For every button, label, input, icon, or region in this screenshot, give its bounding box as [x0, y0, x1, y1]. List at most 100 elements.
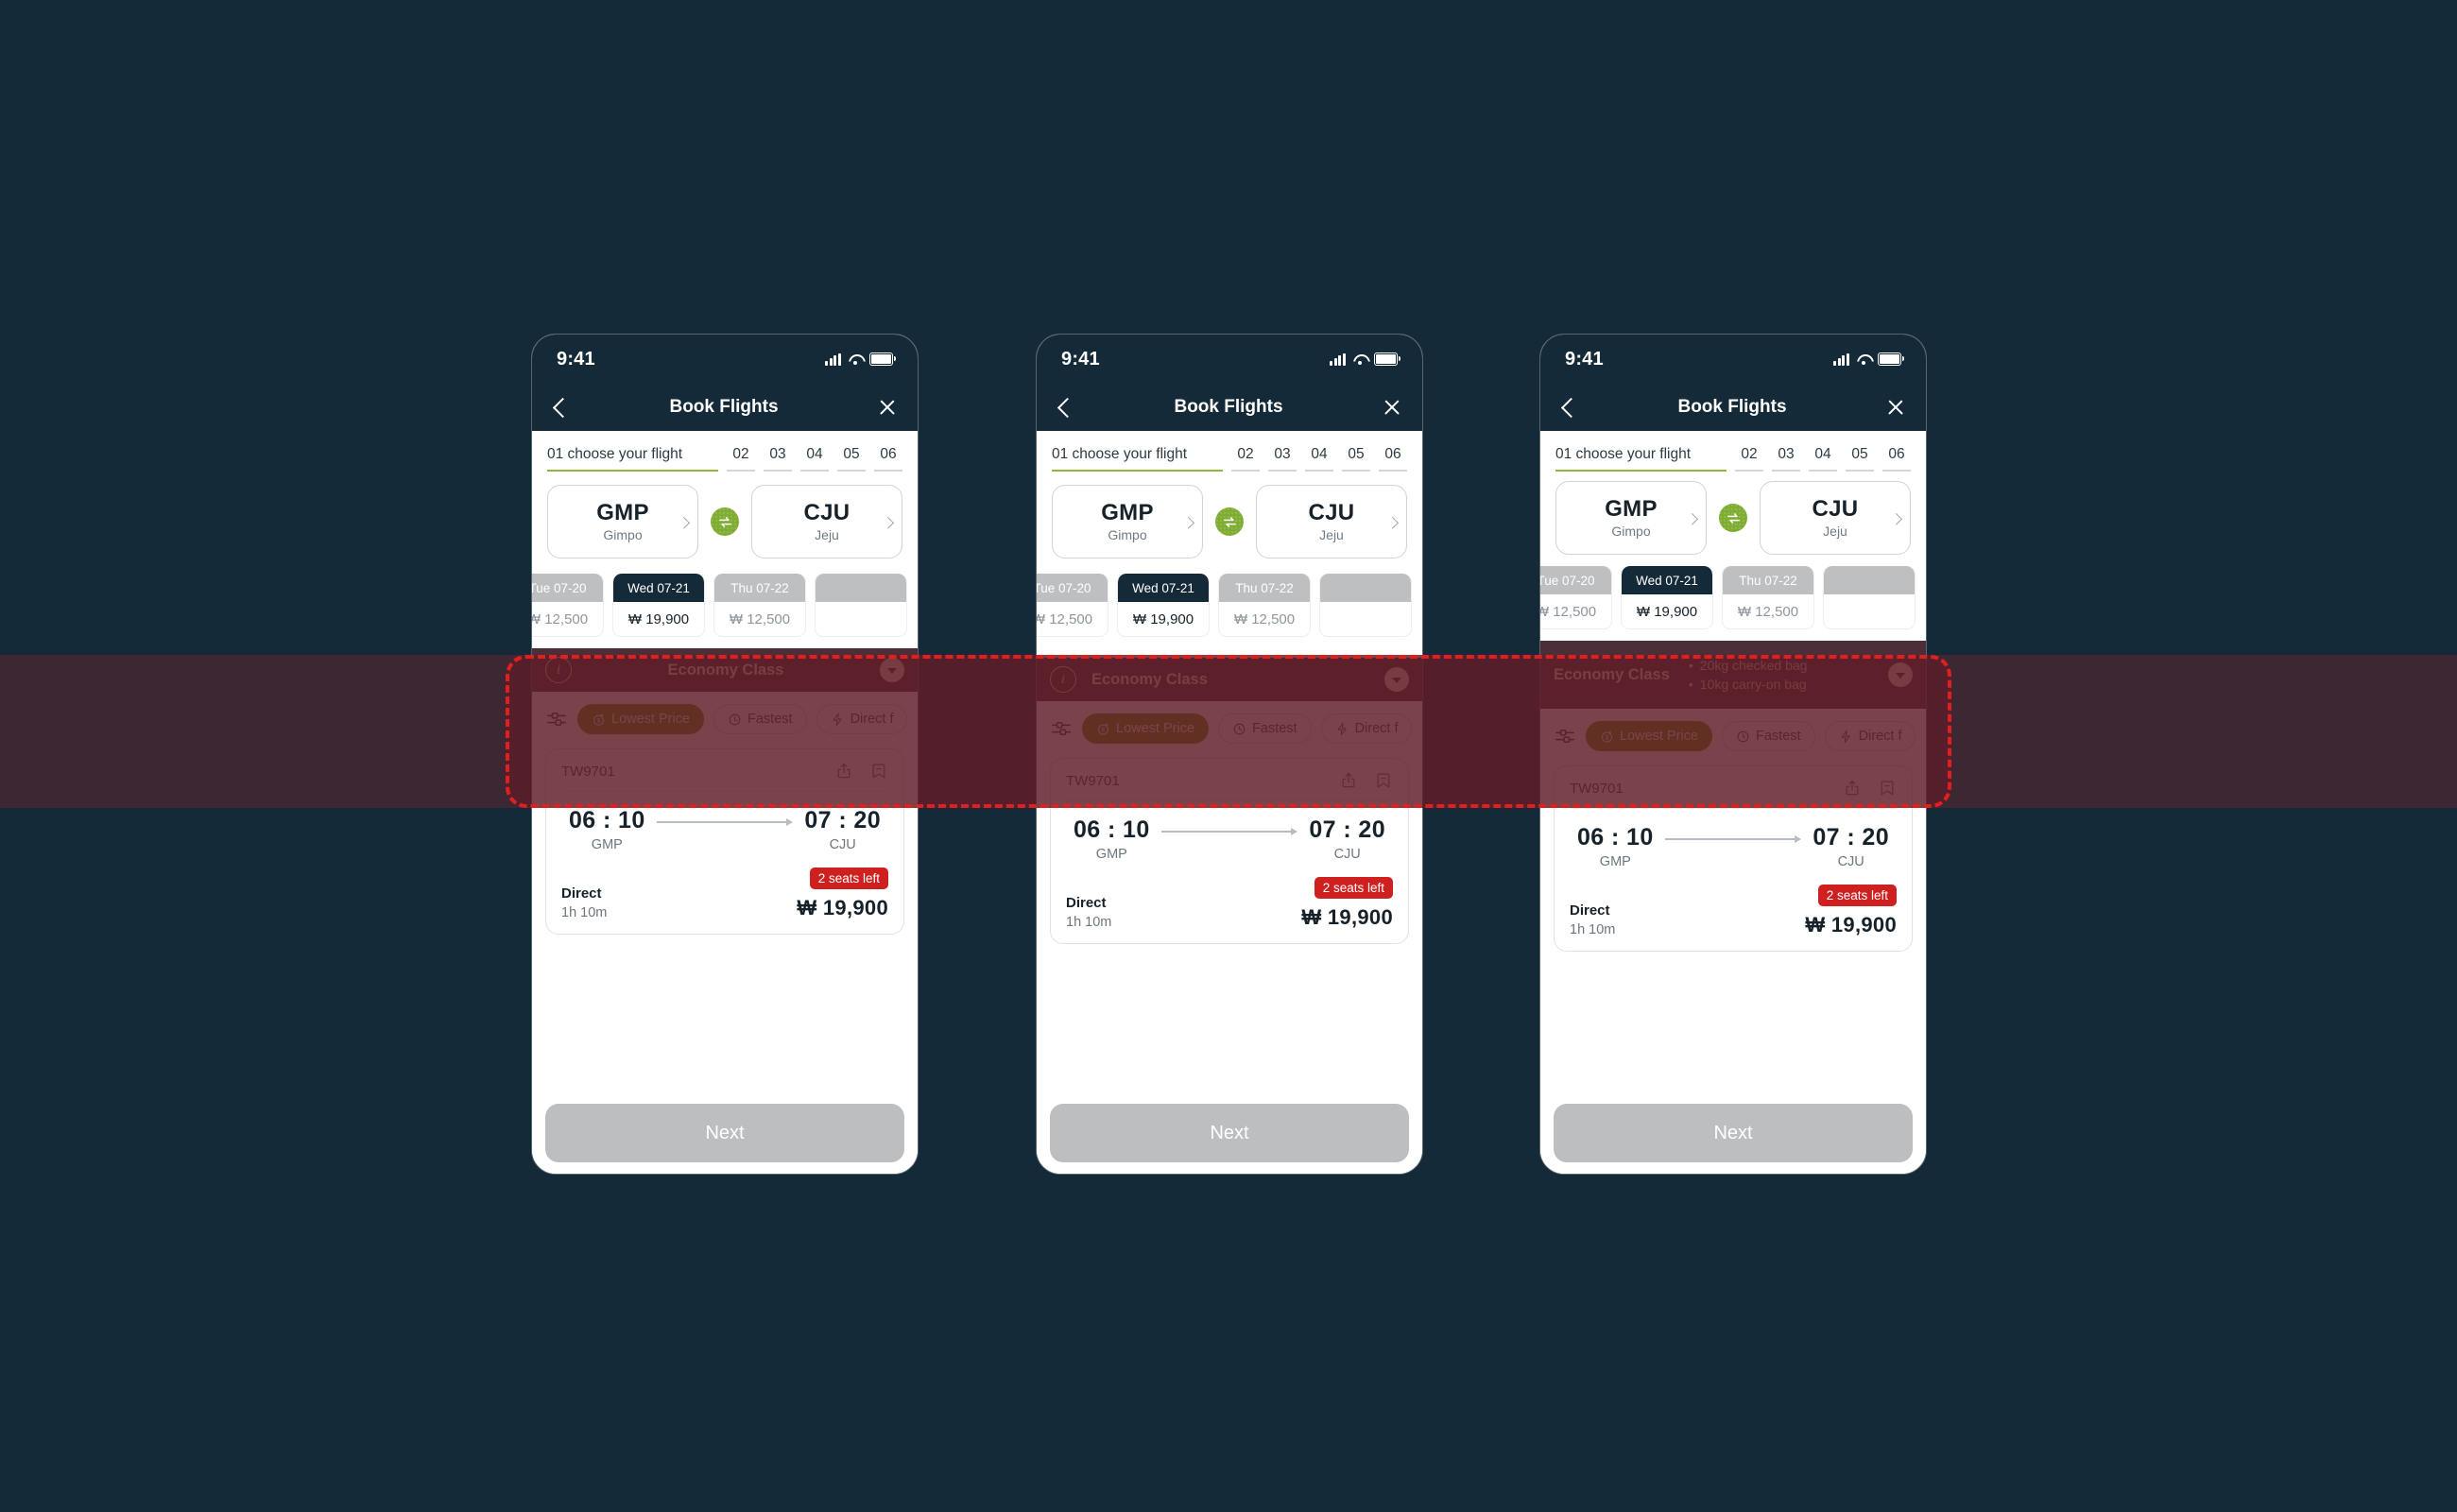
class-bar-expanded[interactable]: Economy Class 20kg checked bag 10kg carr…: [1540, 641, 1926, 709]
date-card[interactable]: Tue 07-20 ₩ 12,500: [1540, 566, 1612, 629]
step-active-label[interactable]: 01 choose your flight: [1052, 446, 1223, 472]
step-04[interactable]: 04: [1305, 446, 1333, 472]
date-label: Thu 07-22: [714, 574, 805, 602]
destination-airport-button[interactable]: CJU Jeju: [1256, 485, 1407, 558]
flight-card[interactable]: TW9701 06 : 10 GMP 07 : 20 CJU Direct 1h…: [1050, 758, 1409, 944]
info-circle-icon[interactable]: i: [545, 657, 572, 683]
filter-chip-direct-flight[interactable]: Direct f: [1320, 713, 1413, 744]
step-06[interactable]: 06: [1379, 446, 1407, 472]
flight-card[interactable]: TW9701 06 : 10 GMP 07 : 20 CJU Direct 1h…: [545, 748, 904, 935]
date-card[interactable]: Thu 07-22 ₩ 12,500: [1722, 566, 1814, 629]
date-card-selected[interactable]: Wed 07-21 ₩ 19,900: [1621, 566, 1713, 629]
status-time: 9:41: [1565, 348, 1604, 369]
date-card[interactable]: Thu 07-22 ₩ 12,500: [1218, 574, 1311, 637]
status-bar: 9:41: [1037, 335, 1422, 384]
share-icon[interactable]: [834, 762, 853, 781]
filter-sliders-icon[interactable]: [545, 709, 568, 730]
origin-airport-button[interactable]: GMP Gimpo: [547, 485, 698, 558]
class-bar[interactable]: i Economy Class: [1037, 658, 1422, 701]
step-active-label[interactable]: 01 choose your flight: [1555, 446, 1727, 472]
date-price: ₩ 12,500: [1036, 610, 1093, 627]
date-label: [816, 574, 906, 602]
destination-airport-button[interactable]: CJU Jeju: [751, 485, 902, 558]
step-03[interactable]: 03: [1772, 446, 1800, 472]
flight-times: 06 : 10 GMP 07 : 20 CJU: [1066, 801, 1393, 862]
step-02[interactable]: 02: [1231, 446, 1260, 472]
bookmark-minus-icon[interactable]: [1878, 779, 1897, 798]
filter-chip-lowest-price[interactable]: $ Lowest Price: [577, 704, 705, 734]
date-strip[interactable]: Tue 07-20 ₩ 12,500 Wed 07-21 ₩ 19,900 Th…: [1540, 555, 1926, 629]
destination-city: Jeju: [815, 526, 839, 542]
filter-sliders-icon[interactable]: [1554, 726, 1576, 747]
status-time: 9:41: [557, 348, 595, 369]
step-05[interactable]: 05: [1846, 446, 1874, 472]
date-card[interactable]: Tue 07-20 ₩ 12,500: [532, 574, 604, 637]
step-active-label[interactable]: 01 choose your flight: [547, 446, 718, 472]
next-button[interactable]: Next: [1050, 1104, 1409, 1162]
step-04[interactable]: 04: [800, 446, 829, 472]
stops-label: Direct: [1570, 902, 1610, 919]
swap-airports-button[interactable]: [1215, 507, 1244, 536]
date-strip[interactable]: Tue 07-20 ₩ 12,500 Wed 07-21 ₩ 19,900 Th…: [1036, 558, 1422, 637]
filter-chip-lowest-price[interactable]: $ Lowest Price: [1082, 713, 1210, 744]
share-icon[interactable]: [1339, 771, 1358, 790]
date-label: Wed 07-21: [613, 574, 704, 602]
date-card[interactable]: [815, 574, 907, 637]
back-button[interactable]: [1560, 397, 1582, 418]
chevron-down-circle-icon[interactable]: [879, 658, 904, 682]
status-bar: 9:41: [532, 335, 918, 384]
chip-label: Lowest Price: [611, 712, 691, 727]
close-button[interactable]: [1383, 398, 1401, 417]
origin-airport-button[interactable]: GMP Gimpo: [1052, 485, 1203, 558]
next-button[interactable]: Next: [1554, 1104, 1913, 1162]
arrival-block: 07 : 20 CJU: [1813, 824, 1889, 869]
date-card-selected[interactable]: Wed 07-21 ₩ 19,900: [612, 574, 705, 637]
chip-label: Fastest: [747, 712, 793, 727]
filter-chip-lowest-price[interactable]: $ Lowest Price: [1586, 721, 1713, 751]
back-button[interactable]: [552, 397, 574, 418]
filter-chip-direct-flight[interactable]: Direct f: [816, 704, 908, 734]
back-button[interactable]: [1057, 397, 1078, 418]
departure-block: 06 : 10 GMP: [1577, 824, 1654, 869]
close-button[interactable]: [878, 398, 897, 417]
step-03[interactable]: 03: [1268, 446, 1297, 472]
filter-chip-direct-flight[interactable]: Direct f: [1824, 721, 1916, 751]
step-02[interactable]: 02: [1735, 446, 1763, 472]
step-06[interactable]: 06: [1882, 446, 1911, 472]
filter-chip-fastest[interactable]: Fastest: [1722, 721, 1815, 751]
step-04[interactable]: 04: [1809, 446, 1837, 472]
date-strip[interactable]: Tue 07-20 ₩ 12,500 Wed 07-21 ₩ 19,900 Th…: [532, 558, 918, 637]
swap-airports-button[interactable]: [1719, 504, 1747, 532]
date-card[interactable]: Thu 07-22 ₩ 12,500: [713, 574, 806, 637]
clock-icon: [1233, 723, 1246, 734]
chevron-right-icon: [1890, 512, 1903, 525]
step-02[interactable]: 02: [727, 446, 755, 472]
close-button[interactable]: [1886, 398, 1905, 417]
date-card-selected[interactable]: Wed 07-21 ₩ 19,900: [1117, 574, 1210, 637]
swap-airports-button[interactable]: [711, 507, 739, 536]
date-card[interactable]: [1823, 566, 1916, 629]
info-circle-icon[interactable]: i: [1050, 666, 1076, 693]
date-card[interactable]: Tue 07-20 ₩ 12,500: [1036, 574, 1108, 637]
step-05[interactable]: 05: [1342, 446, 1370, 472]
filter-sliders-icon[interactable]: [1050, 718, 1073, 739]
bookmark-minus-icon[interactable]: [869, 762, 888, 781]
date-label: Wed 07-21: [1118, 574, 1209, 602]
origin-airport-button[interactable]: GMP Gimpo: [1555, 481, 1707, 555]
date-card[interactable]: [1319, 574, 1412, 637]
filter-chip-fastest[interactable]: Fastest: [713, 704, 807, 734]
departure-time: 06 : 10: [1577, 824, 1654, 850]
share-icon[interactable]: [1843, 779, 1862, 798]
next-button[interactable]: Next: [545, 1104, 904, 1162]
destination-airport-button[interactable]: CJU Jeju: [1760, 481, 1911, 555]
chevron-down-circle-icon[interactable]: [1384, 667, 1409, 692]
bookmark-minus-icon[interactable]: [1374, 771, 1393, 790]
chevron-down-circle-icon[interactable]: [1888, 662, 1913, 687]
filter-chip-fastest[interactable]: Fastest: [1218, 713, 1312, 744]
class-bar[interactable]: i Economy Class: [532, 648, 918, 692]
step-05[interactable]: 05: [837, 446, 866, 472]
origin-code: GMP: [1101, 500, 1154, 526]
step-03[interactable]: 03: [764, 446, 792, 472]
step-06[interactable]: 06: [874, 446, 902, 472]
flight-card[interactable]: TW9701 06 : 10 GMP 07 : 20 CJU Direct 1h…: [1554, 765, 1913, 952]
